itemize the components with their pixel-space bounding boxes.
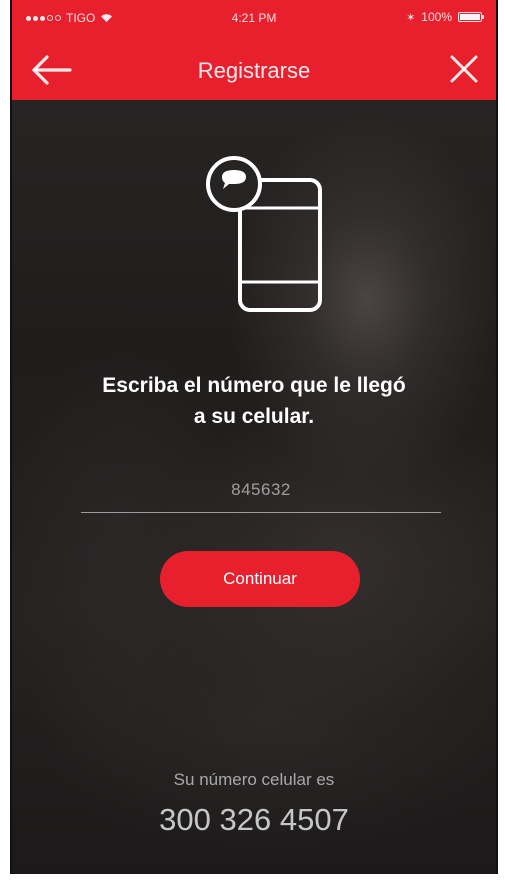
phone-number-value: 300 326 4507	[159, 802, 349, 837]
close-icon	[450, 55, 478, 83]
instruction-text: Escriba el número que le llegó a su celu…	[52, 370, 456, 432]
page-title: Registrarse	[197, 58, 311, 83]
battery-icon	[458, 12, 484, 22]
battery-percent: 100%	[421, 10, 452, 24]
nav-bar: Registrarse	[12, 40, 496, 100]
status-bar: TIGO 4:21 PM ✶ 100%	[12, 0, 496, 36]
instruction-line-2: a su celular.	[193, 405, 315, 428]
phone-screen: TIGO 4:21 PM ✶ 100% Registrarse Escriba …	[10, 0, 498, 874]
app-header: TIGO 4:21 PM ✶ 100% Registrarse	[12, 0, 496, 100]
instruction-line-1: Escriba el número que le llegó	[102, 374, 406, 397]
phone-message-icon	[206, 156, 322, 312]
close-button[interactable]	[444, 52, 484, 88]
phone-number-label: Su número celular es	[173, 770, 335, 789]
background-photo	[12, 0, 496, 874]
verification-code-input[interactable]: 845632	[81, 470, 441, 513]
screenshot-frame: TIGO 4:21 PM ✶ 100% Registrarse Escriba …	[0, 0, 505, 880]
continue-button[interactable]: Continuar	[160, 551, 360, 607]
status-right: ✶ 100%	[406, 10, 484, 24]
bluetooth-icon: ✶	[406, 11, 416, 24]
